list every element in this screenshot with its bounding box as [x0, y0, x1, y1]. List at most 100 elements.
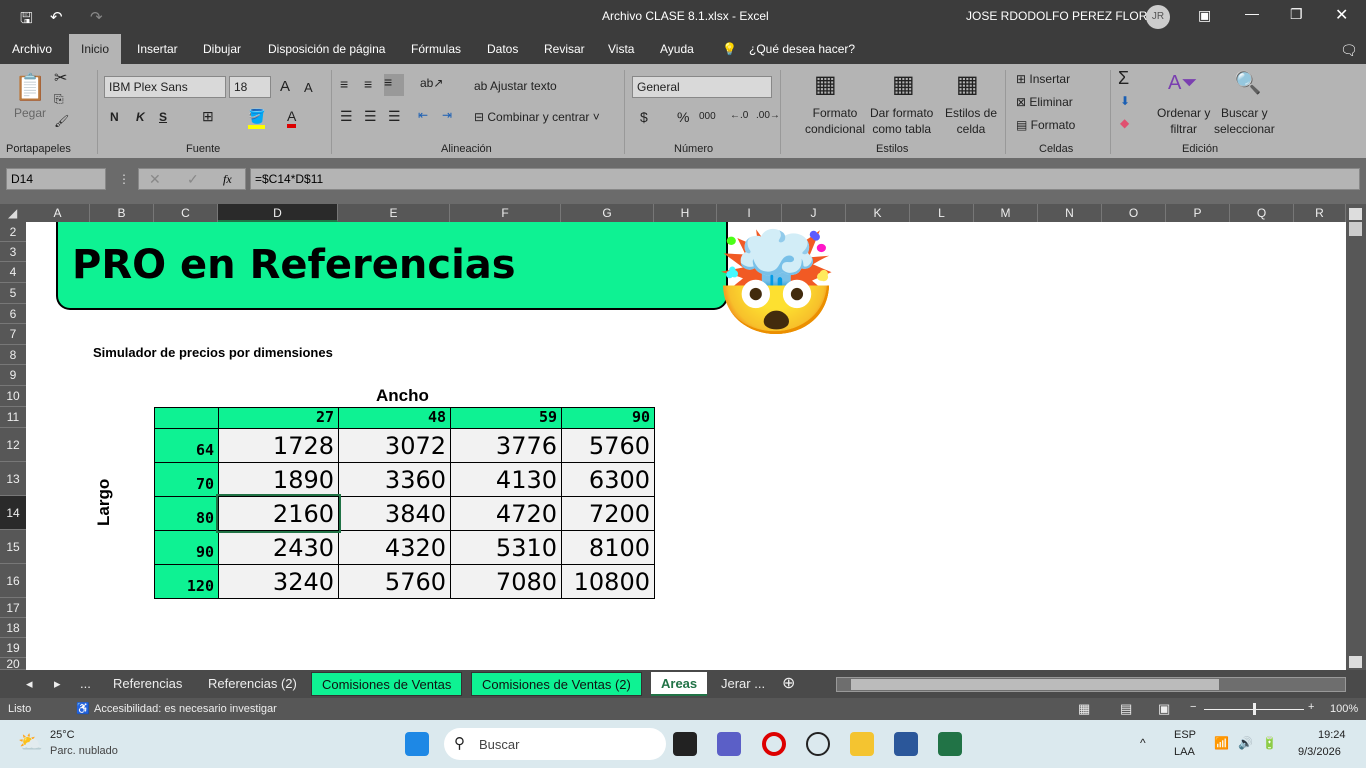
search-icon[interactable]: 🔍: [1234, 70, 1261, 96]
width-header-cell[interactable]: 27: [218, 407, 339, 429]
start-icon[interactable]: [405, 732, 429, 756]
formula-input[interactable]: =$C14*D$11: [250, 168, 1360, 190]
enter-icon[interactable]: ✓: [187, 171, 199, 188]
price-cell[interactable]: 1728: [218, 428, 339, 463]
row-header[interactable]: 10: [0, 386, 26, 407]
tab-ayuda[interactable]: Ayuda: [660, 42, 694, 56]
sheet-tab-active[interactable]: Areas: [651, 672, 708, 696]
sheet-tab[interactable]: Referencias: [103, 672, 192, 696]
chatgpt-icon[interactable]: [806, 732, 830, 756]
format-cells-button[interactable]: ▤ Formato: [1016, 118, 1075, 132]
tab-datos[interactable]: Datos: [487, 42, 518, 56]
undo-icon[interactable]: ↶: [50, 8, 63, 26]
wrap-text-button[interactable]: ab Ajustar texto: [474, 79, 557, 93]
width-header-cell[interactable]: 59: [450, 407, 562, 429]
excel-icon[interactable]: [938, 732, 962, 756]
width-header-cell[interactable]: 90: [561, 407, 655, 429]
restore-button[interactable]: ❐: [1290, 6, 1303, 23]
minimize-button[interactable]: —: [1245, 5, 1259, 21]
avatar[interactable]: JR: [1146, 5, 1170, 29]
width-header-cell[interactable]: 48: [338, 407, 451, 429]
close-button[interactable]: ✕: [1335, 5, 1348, 25]
zoom-slider[interactable]: − +: [1190, 701, 1320, 716]
column-header[interactable]: C: [154, 204, 218, 222]
price-cell[interactable]: 8100: [561, 530, 655, 565]
row-header[interactable]: 8: [0, 345, 26, 365]
row-header[interactable]: 13: [0, 462, 26, 496]
price-cell[interactable]: 3360: [338, 462, 451, 497]
price-cell[interactable]: 7080: [450, 564, 562, 599]
wifi-icon[interactable]: 📶: [1214, 736, 1229, 750]
cut-icon[interactable]: ✂: [54, 68, 67, 88]
language[interactable]: ESP: [1174, 729, 1196, 741]
shrink-font-icon[interactable]: A: [304, 80, 313, 95]
active-cell[interactable]: 2160: [216, 494, 341, 533]
search-box[interactable]: ⚲ Buscar: [444, 728, 666, 760]
word-icon[interactable]: [894, 732, 918, 756]
sheet-tab[interactable]: Comisiones de Ventas: [311, 672, 463, 696]
price-cell[interactable]: 4320: [338, 530, 451, 565]
scroll-thumb[interactable]: [851, 679, 1219, 690]
row-header[interactable]: 17: [0, 598, 26, 618]
price-cell[interactable]: 10800: [561, 564, 655, 599]
sheet-tab[interactable]: Jerar ...: [711, 672, 775, 696]
row-header[interactable]: 19: [0, 638, 26, 658]
show-hidden-icon[interactable]: ^: [1140, 736, 1146, 750]
cancel-icon[interactable]: ✕: [149, 171, 161, 188]
tab-inicio[interactable]: Inicio: [69, 34, 122, 64]
comments-icon[interactable]: 🗨: [1340, 42, 1358, 59]
corner-cell[interactable]: [154, 407, 219, 429]
sheet-tab[interactable]: Comisiones de Ventas (2): [471, 672, 642, 696]
conditional-format-button[interactable]: Formato condicional: [805, 105, 865, 137]
autosum-icon[interactable]: Σ: [1118, 68, 1129, 89]
save-icon[interactable]: 🖫: [20, 8, 33, 33]
price-cell[interactable]: 3240: [218, 564, 339, 599]
italic-button[interactable]: K: [136, 110, 145, 124]
column-header[interactable]: D: [218, 204, 338, 222]
borders-icon[interactable]: ⊞: [202, 108, 214, 125]
align-middle-icon[interactable]: ≡: [364, 76, 372, 92]
name-box[interactable]: D14: [6, 168, 106, 190]
price-cell[interactable]: 3840: [338, 496, 451, 531]
row-header[interactable]: 18: [0, 618, 26, 638]
column-header[interactable]: N: [1038, 204, 1102, 222]
redo-icon[interactable]: ↷: [90, 8, 103, 26]
task-view-icon[interactable]: [673, 732, 697, 756]
clock-date[interactable]: 9/3/2026: [1298, 746, 1341, 758]
font-color-icon[interactable]: A: [287, 108, 297, 128]
font-name-select[interactable]: IBM Plex Sans: [104, 76, 226, 98]
add-sheet-icon[interactable]: ⊕: [772, 672, 805, 696]
row-header[interactable]: 3: [0, 242, 26, 262]
delete-cells-button[interactable]: ⊠ Eliminar: [1016, 95, 1073, 109]
percent-button[interactable]: %: [677, 109, 689, 125]
tab-disposicion[interactable]: Disposición de página: [268, 42, 385, 56]
format-as-table-button[interactable]: Dar formato como tabla: [870, 105, 933, 137]
paste-button[interactable]: Pegar: [14, 106, 46, 120]
tab-vista[interactable]: Vista: [608, 42, 634, 56]
align-top-icon[interactable]: ≡: [340, 76, 348, 92]
price-cell[interactable]: 5760: [338, 564, 451, 599]
accessibility-icon[interactable]: ♿: [76, 702, 90, 715]
orientation-icon[interactable]: ab↗: [420, 76, 443, 90]
sort-filter-icon[interactable]: A⏷: [1168, 72, 1197, 95]
row-header[interactable]: 11: [0, 407, 26, 428]
row-header[interactable]: 6: [0, 304, 26, 324]
select-all-button[interactable]: ◢: [8, 206, 17, 220]
format-painter-icon[interactable]: 🖌: [54, 114, 69, 128]
column-header[interactable]: A: [26, 204, 90, 222]
column-header[interactable]: E: [338, 204, 450, 222]
length-header-cell[interactable]: 120: [154, 564, 219, 599]
clock-time[interactable]: 19:24: [1318, 729, 1346, 741]
sheet-tab[interactable]: Referencias (2): [198, 672, 307, 696]
conditional-format-icon[interactable]: ▦: [814, 70, 837, 99]
row-header[interactable]: 14: [0, 496, 26, 530]
find-select-button[interactable]: Buscar y seleccionar: [1214, 105, 1275, 137]
tell-me-input[interactable]: ¿Qué desea hacer?: [749, 42, 855, 56]
price-cell[interactable]: 4720: [450, 496, 562, 531]
vertical-scrollbar[interactable]: [1346, 204, 1366, 670]
function-icon[interactable]: fx: [223, 172, 232, 187]
clear-icon[interactable]: ◆: [1120, 116, 1129, 130]
fill-color-icon[interactable]: 🪣: [248, 108, 266, 129]
column-header[interactable]: Q: [1230, 204, 1294, 222]
sort-filter-button[interactable]: Ordenar y filtrar: [1157, 105, 1210, 137]
